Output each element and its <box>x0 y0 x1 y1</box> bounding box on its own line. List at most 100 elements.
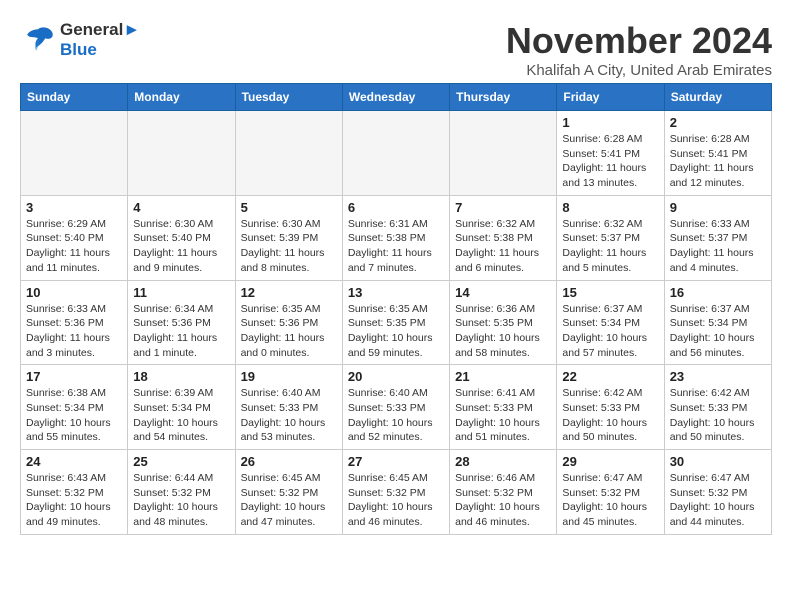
week-row-1: 1 Sunrise: 6:28 AM Sunset: 5:41 PM Daylig… <box>21 111 772 196</box>
day-info: Sunrise: 6:29 AM Sunset: 5:40 PM Dayligh… <box>26 217 122 276</box>
day-number: 12 <box>241 285 337 300</box>
day-info: Sunrise: 6:37 AM Sunset: 5:34 PM Dayligh… <box>670 302 766 361</box>
day-info: Sunrise: 6:47 AM Sunset: 5:32 PM Dayligh… <box>670 471 766 530</box>
calendar-cell: 28 Sunrise: 6:46 AM Sunset: 5:32 PM Dayli… <box>450 450 557 535</box>
day-info: Sunrise: 6:38 AM Sunset: 5:34 PM Dayligh… <box>26 386 122 445</box>
day-info: Sunrise: 6:37 AM Sunset: 5:34 PM Dayligh… <box>562 302 658 361</box>
day-info: Sunrise: 6:44 AM Sunset: 5:32 PM Dayligh… <box>133 471 229 530</box>
calendar-cell: 8 Sunrise: 6:32 AM Sunset: 5:37 PM Daylig… <box>557 195 664 280</box>
week-row-3: 10Sunrise: 6:33 AM Sunset: 5:36 PM Dayli… <box>21 280 772 365</box>
day-number: 5 <box>241 200 337 215</box>
location: Khalifah A City, United Arab Emirates <box>506 62 772 79</box>
calendar-cell: 11 Sunrise: 6:34 AM Sunset: 5:36 PM Dayli… <box>128 280 235 365</box>
day-number: 28 <box>455 454 551 469</box>
day-info: Sunrise: 6:46 AM Sunset: 5:32 PM Dayligh… <box>455 471 551 530</box>
calendar-cell: 24 Sunrise: 6:43 AM Sunset: 5:32 PM Dayli… <box>21 450 128 535</box>
calendar-cell <box>235 111 342 196</box>
day-number: 22 <box>562 369 658 384</box>
day-number: 25 <box>133 454 229 469</box>
weekday-header-monday: Monday <box>128 84 235 111</box>
day-number: 30 <box>670 454 766 469</box>
calendar-cell: 17 Sunrise: 6:38 AM Sunset: 5:34 PM Dayli… <box>21 365 128 450</box>
weekday-header-row: SundayMondayTuesdayWednesdayThursdayFrid… <box>21 84 772 111</box>
day-info: Sunrise: 6:39 AM Sunset: 5:34 PM Dayligh… <box>133 386 229 445</box>
calendar-cell: 16 Sunrise: 6:37 AM Sunset: 5:34 PM Dayli… <box>664 280 771 365</box>
calendar-cell: 9 Sunrise: 6:33 AM Sunset: 5:37 PM Daylig… <box>664 195 771 280</box>
calendar-cell <box>128 111 235 196</box>
weekday-header-saturday: Saturday <box>664 84 771 111</box>
calendar-cell: 29Sunrise: 6:47 AM Sunset: 5:32 PM Dayli… <box>557 450 664 535</box>
day-info: Sunrise: 6:43 AM Sunset: 5:32 PM Dayligh… <box>26 471 122 530</box>
day-number: 24 <box>26 454 122 469</box>
calendar-cell: 1 Sunrise: 6:28 AM Sunset: 5:41 PM Daylig… <box>557 111 664 196</box>
weekday-header-thursday: Thursday <box>450 84 557 111</box>
calendar-cell: 15 Sunrise: 6:37 AM Sunset: 5:34 PM Dayli… <box>557 280 664 365</box>
day-number: 3 <box>26 200 122 215</box>
day-number: 23 <box>670 369 766 384</box>
calendar-cell: 3 Sunrise: 6:29 AM Sunset: 5:40 PM Daylig… <box>21 195 128 280</box>
day-number: 2 <box>670 115 766 130</box>
day-info: Sunrise: 6:28 AM Sunset: 5:41 PM Dayligh… <box>562 132 658 191</box>
weekday-header-wednesday: Wednesday <box>342 84 449 111</box>
calendar-cell: 18 Sunrise: 6:39 AM Sunset: 5:34 PM Dayli… <box>128 365 235 450</box>
day-number: 21 <box>455 369 551 384</box>
calendar-cell: 30 Sunrise: 6:47 AM Sunset: 5:32 PM Dayli… <box>664 450 771 535</box>
calendar-cell: 2Sunrise: 6:28 AM Sunset: 5:41 PM Daylig… <box>664 111 771 196</box>
day-number: 11 <box>133 285 229 300</box>
week-row-2: 3 Sunrise: 6:29 AM Sunset: 5:40 PM Daylig… <box>21 195 772 280</box>
day-info: Sunrise: 6:42 AM Sunset: 5:33 PM Dayligh… <box>562 386 658 445</box>
calendar-cell: 12 Sunrise: 6:35 AM Sunset: 5:36 PM Dayli… <box>235 280 342 365</box>
day-number: 1 <box>562 115 658 130</box>
day-info: Sunrise: 6:33 AM Sunset: 5:36 PM Dayligh… <box>26 302 122 361</box>
day-number: 14 <box>455 285 551 300</box>
day-number: 9 <box>670 200 766 215</box>
calendar-cell: 4Sunrise: 6:30 AM Sunset: 5:40 PM Daylig… <box>128 195 235 280</box>
day-number: 18 <box>133 369 229 384</box>
calendar-cell: 10Sunrise: 6:33 AM Sunset: 5:36 PM Dayli… <box>21 280 128 365</box>
day-info: Sunrise: 6:36 AM Sunset: 5:35 PM Dayligh… <box>455 302 551 361</box>
day-number: 20 <box>348 369 444 384</box>
day-number: 16 <box>670 285 766 300</box>
calendar-cell: 23 Sunrise: 6:42 AM Sunset: 5:33 PM Dayli… <box>664 365 771 450</box>
calendar-cell: 7 Sunrise: 6:32 AM Sunset: 5:38 PM Daylig… <box>450 195 557 280</box>
calendar-table: SundayMondayTuesdayWednesdayThursdayFrid… <box>20 83 772 535</box>
calendar-cell: 21 Sunrise: 6:41 AM Sunset: 5:33 PM Dayli… <box>450 365 557 450</box>
month-title: November 2024 <box>506 20 772 62</box>
day-number: 29 <box>562 454 658 469</box>
day-info: Sunrise: 6:35 AM Sunset: 5:36 PM Dayligh… <box>241 302 337 361</box>
logo-icon <box>20 22 56 58</box>
day-info: Sunrise: 6:41 AM Sunset: 5:33 PM Dayligh… <box>455 386 551 445</box>
day-info: Sunrise: 6:32 AM Sunset: 5:37 PM Dayligh… <box>562 217 658 276</box>
calendar-cell: 13Sunrise: 6:35 AM Sunset: 5:35 PM Dayli… <box>342 280 449 365</box>
day-number: 4 <box>133 200 229 215</box>
calendar-cell: 14 Sunrise: 6:36 AM Sunset: 5:35 PM Dayli… <box>450 280 557 365</box>
day-info: Sunrise: 6:32 AM Sunset: 5:38 PM Dayligh… <box>455 217 551 276</box>
day-info: Sunrise: 6:31 AM Sunset: 5:38 PM Dayligh… <box>348 217 444 276</box>
day-info: Sunrise: 6:45 AM Sunset: 5:32 PM Dayligh… <box>241 471 337 530</box>
calendar-cell <box>21 111 128 196</box>
day-info: Sunrise: 6:40 AM Sunset: 5:33 PM Dayligh… <box>348 386 444 445</box>
calendar-cell <box>450 111 557 196</box>
day-info: Sunrise: 6:45 AM Sunset: 5:32 PM Dayligh… <box>348 471 444 530</box>
day-number: 15 <box>562 285 658 300</box>
day-number: 6 <box>348 200 444 215</box>
day-info: Sunrise: 6:34 AM Sunset: 5:36 PM Dayligh… <box>133 302 229 361</box>
calendar-cell: 22 Sunrise: 6:42 AM Sunset: 5:33 PM Dayli… <box>557 365 664 450</box>
page-header: General► Blue November 2024 Khalifah A C… <box>20 20 772 79</box>
day-number: 19 <box>241 369 337 384</box>
weekday-header-friday: Friday <box>557 84 664 111</box>
calendar-cell <box>342 111 449 196</box>
day-info: Sunrise: 6:33 AM Sunset: 5:37 PM Dayligh… <box>670 217 766 276</box>
day-info: Sunrise: 6:30 AM Sunset: 5:39 PM Dayligh… <box>241 217 337 276</box>
weekday-header-sunday: Sunday <box>21 84 128 111</box>
day-info: Sunrise: 6:42 AM Sunset: 5:33 PM Dayligh… <box>670 386 766 445</box>
calendar-cell: 6 Sunrise: 6:31 AM Sunset: 5:38 PM Daylig… <box>342 195 449 280</box>
day-info: Sunrise: 6:40 AM Sunset: 5:33 PM Dayligh… <box>241 386 337 445</box>
logo: General► Blue <box>20 20 140 60</box>
day-number: 7 <box>455 200 551 215</box>
title-block: November 2024 Khalifah A City, United Ar… <box>506 20 772 79</box>
day-number: 17 <box>26 369 122 384</box>
calendar-cell: 19 Sunrise: 6:40 AM Sunset: 5:33 PM Dayli… <box>235 365 342 450</box>
calendar-cell: 27Sunrise: 6:45 AM Sunset: 5:32 PM Dayli… <box>342 450 449 535</box>
day-number: 8 <box>562 200 658 215</box>
